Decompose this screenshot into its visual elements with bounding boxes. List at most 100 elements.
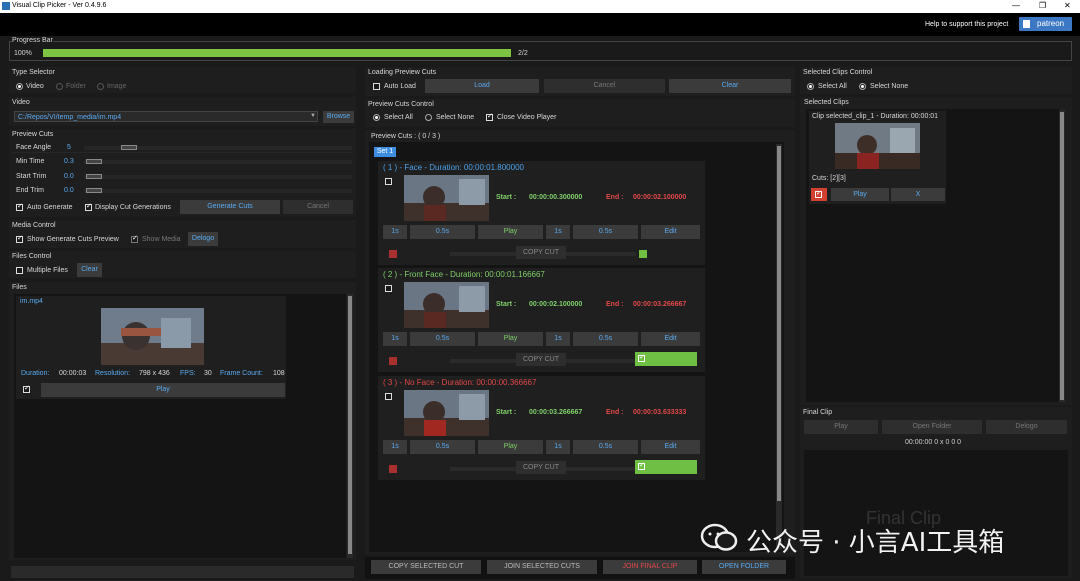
selected-scrollbar[interactable] (1059, 110, 1065, 402)
cancel-load-button[interactable]: Cancel (544, 79, 665, 93)
cut-marker-icon[interactable] (389, 250, 397, 258)
cut-05s-back-button[interactable]: 0.5s (410, 225, 475, 239)
copy-cut-button[interactable]: COPY CUT (516, 461, 566, 474)
cut-marker-icon[interactable] (389, 465, 397, 473)
cut-thumbnail (404, 390, 489, 436)
cut-edit-button[interactable]: Edit (641, 332, 700, 346)
show-preview-checkbox[interactable] (16, 234, 23, 243)
join-final-clip-button[interactable]: JOIN FINAL CLIP (603, 560, 697, 574)
cut-play-button[interactable]: Play (478, 225, 543, 239)
selected-clip-checkbox[interactable] (811, 188, 827, 201)
face-angle-knob[interactable] (121, 145, 137, 150)
display-generations-checkbox[interactable] (85, 202, 92, 211)
copy-cut-button[interactable]: COPY CUT (516, 246, 566, 259)
cut-play-button[interactable]: Play (478, 332, 543, 346)
final-play-button[interactable]: Play (804, 420, 878, 434)
cut-05s-forward-button[interactable]: 0.5s (573, 440, 638, 454)
cut-05s-forward-button[interactable]: 0.5s (573, 225, 638, 239)
cut-1s-forward-button[interactable]: 1s (546, 225, 570, 239)
cut-1s-back-button[interactable]: 1s (383, 440, 407, 454)
cut-start-label: Start : (496, 194, 517, 201)
cancel-generate-button[interactable]: Cancel (283, 200, 353, 214)
cut-select-checkbox[interactable] (385, 285, 392, 292)
cut-thumbnail (404, 282, 489, 328)
preview-scrollbar[interactable] (776, 144, 782, 550)
cut-edit-button[interactable]: Edit (641, 440, 700, 454)
generate-cuts-button[interactable]: Generate Cuts (180, 200, 280, 214)
open-folder-button[interactable]: OPEN FOLDER (702, 560, 786, 574)
loading-preview-title: Loading Preview Cuts (368, 69, 437, 76)
clear-load-button[interactable]: Clear (669, 79, 791, 93)
delogo-button[interactable]: Delogo (188, 232, 218, 246)
cut-05s-forward-button[interactable]: 0.5s (573, 332, 638, 346)
selected-all-radio[interactable] (807, 83, 814, 90)
close-player-label: Close Video Player (497, 114, 557, 121)
start-trim-slider[interactable] (84, 175, 352, 179)
multiple-files-checkbox[interactable] (16, 267, 23, 274)
files-control-title: Files Control (12, 253, 52, 260)
file-select-checkbox[interactable] (23, 384, 30, 393)
file-play-button[interactable]: Play (41, 383, 285, 397)
cut-05s-back-button[interactable]: 0.5s (410, 440, 475, 454)
min-time-slider[interactable] (84, 160, 352, 164)
auto-load-checkbox[interactable] (373, 83, 380, 90)
selected-clip-remove-button[interactable]: X (891, 188, 945, 201)
final-delogo-button[interactable]: Delogo (986, 420, 1067, 434)
cut-marker-icon[interactable] (389, 357, 397, 365)
cut-select-checkbox[interactable] (385, 393, 392, 400)
close-icon[interactable]: ✕ (1064, 1, 1071, 10)
join-selected-cuts-button[interactable]: JOIN SELECTED CUTS (487, 560, 597, 574)
minimize-icon[interactable]: — (1012, 1, 1020, 10)
min-time-value: 0.3 (64, 158, 74, 165)
wechat-icon (700, 523, 738, 553)
preview-control-title: Preview Cuts Control (368, 101, 434, 108)
end-trim-slider[interactable] (84, 189, 352, 193)
close-player-checkbox[interactable] (486, 112, 493, 121)
radio-image[interactable] (97, 83, 104, 90)
final-open-folder-button[interactable]: Open Folder (882, 420, 982, 434)
final-clip-title: Final Clip (803, 409, 833, 416)
resolution-label: Resolution: (95, 370, 131, 377)
load-button[interactable]: Load (425, 79, 539, 93)
copy-selected-cut-button[interactable]: COPY SELECTED CUT (371, 560, 481, 574)
start-trim-label: Start Trim (16, 173, 47, 180)
dropdown-arrow-icon[interactable]: ▼ (310, 113, 316, 119)
cut-end-value: 00:00:03.633333 (633, 409, 687, 416)
cut-select-checkbox[interactable] (385, 178, 392, 185)
cut-1s-forward-button[interactable]: 1s (546, 332, 570, 346)
progress-count: 2/2 (518, 50, 528, 57)
selected-all-label: Select All (818, 83, 847, 90)
browse-button[interactable]: Browse (323, 111, 354, 123)
cut-edit-button[interactable]: Edit (641, 225, 700, 239)
files-scrollbar[interactable] (347, 294, 353, 558)
cut-play-button[interactable]: Play (478, 440, 543, 454)
cut-1s-forward-button[interactable]: 1s (546, 440, 570, 454)
patreon-button[interactable]: patreon (1019, 17, 1072, 31)
selected-clip-play-button[interactable]: Play (831, 188, 889, 201)
start-trim-knob[interactable] (86, 174, 102, 179)
cut-add-toggle[interactable] (635, 460, 697, 474)
cut-1s-back-button[interactable]: 1s (383, 332, 407, 346)
maximize-icon[interactable]: ❐ (1039, 1, 1046, 10)
select-none-radio[interactable] (425, 114, 432, 121)
min-time-knob[interactable] (86, 159, 102, 164)
end-trim-knob[interactable] (86, 188, 102, 193)
cut-1s-back-button[interactable]: 1s (383, 225, 407, 239)
clear-files-button[interactable]: Clear (77, 263, 102, 277)
radio-video[interactable] (16, 83, 23, 90)
set-tab[interactable]: Set 1 (374, 147, 396, 157)
video-path-input[interactable]: C:/Repos/VI/temp_media/im.mp4 (14, 111, 318, 122)
cut-start-label: Start : (496, 409, 517, 416)
select-all-radio[interactable] (373, 114, 380, 121)
media-control-panel (9, 220, 356, 248)
cut-add-toggle[interactable] (635, 352, 697, 366)
selected-clip-title: Clip selected_clip_1 - Duration: 00:00:0… (812, 113, 939, 120)
start-trim-value: 0.0 (64, 173, 74, 180)
radio-folder[interactable] (56, 83, 63, 90)
cut-add-toggle[interactable] (639, 250, 647, 258)
copy-cut-button[interactable]: COPY CUT (516, 353, 566, 366)
selected-none-radio[interactable] (859, 83, 866, 90)
cut-05s-back-button[interactable]: 0.5s (410, 332, 475, 346)
auto-generate-checkbox[interactable] (16, 202, 23, 211)
show-media-checkbox[interactable] (131, 234, 138, 243)
